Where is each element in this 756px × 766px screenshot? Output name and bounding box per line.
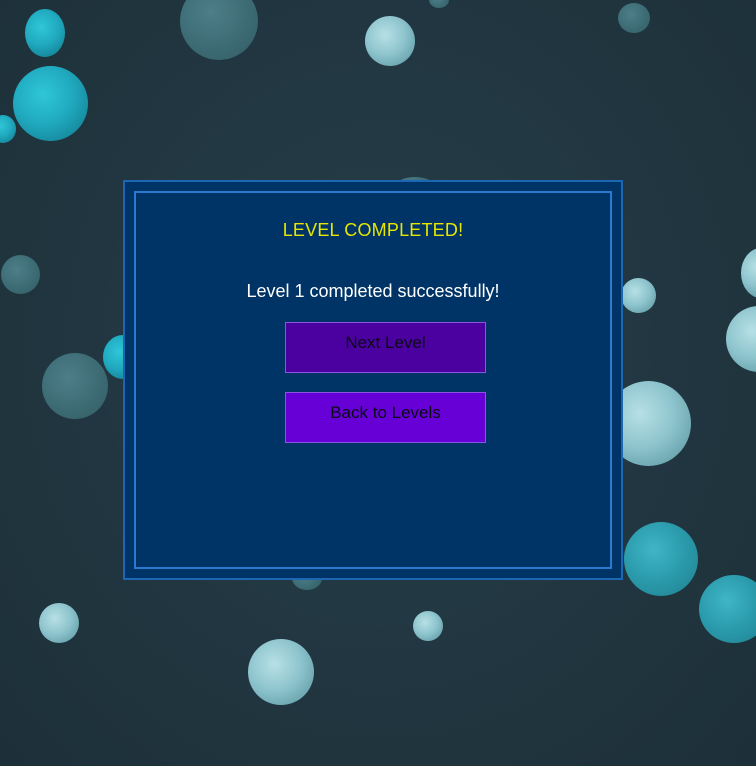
- bubble: [42, 353, 108, 419]
- bubble: [13, 66, 88, 141]
- bubble: [25, 9, 65, 57]
- bubble: [413, 611, 443, 641]
- bubble: [699, 575, 756, 643]
- dialog-inner-frame: LEVEL COMPLETED! Level 1 completed succe…: [134, 191, 612, 569]
- bubble: [741, 248, 756, 298]
- bubble: [365, 16, 415, 66]
- bubble: [39, 603, 79, 643]
- bubble: [726, 306, 756, 372]
- bubble: [1, 255, 40, 294]
- bubble: [429, 0, 449, 8]
- level-complete-dialog: LEVEL COMPLETED! Level 1 completed succe…: [123, 180, 623, 580]
- bubble: [0, 115, 16, 143]
- bubble: [621, 278, 656, 313]
- bubble: [248, 639, 314, 705]
- bubble: [618, 3, 650, 33]
- next-level-button[interactable]: Next Level: [285, 322, 486, 373]
- dialog-title: LEVEL COMPLETED!: [282, 220, 464, 240]
- back-to-levels-button[interactable]: Back to Levels: [285, 392, 486, 443]
- bubble: [180, 0, 258, 60]
- bubble: [624, 522, 698, 596]
- dialog-message: Level 1 completed successfully!: [246, 281, 500, 301]
